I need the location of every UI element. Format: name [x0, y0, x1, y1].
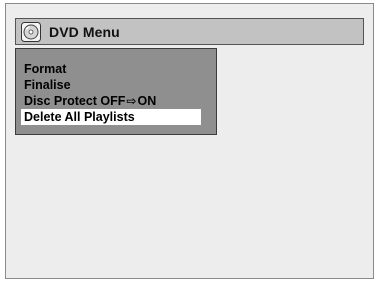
title-bar: DVD Menu [15, 18, 364, 45]
arrow-right-icon: ⇨ [126, 94, 137, 108]
dvd-menu-screen: DVD Menu Format Finalise Disc Protect OF… [5, 3, 374, 279]
menu-item-label: Delete All Playlists [24, 110, 135, 124]
menu-item-label: Finalise [24, 78, 71, 92]
menu-item-format[interactable]: Format [21, 61, 201, 77]
menu-item-delete-all-playlists[interactable]: Delete All Playlists [21, 109, 201, 125]
menu-item-disc-protect[interactable]: Disc Protect OFF⇨ON [21, 93, 201, 109]
disc-icon [21, 21, 41, 42]
menu-item-label: Format [24, 62, 67, 76]
page-title: DVD Menu [49, 23, 120, 40]
menu-item-label: Disc Protect OFF [24, 94, 126, 108]
menu-item-finalise[interactable]: Finalise [21, 77, 201, 93]
menu-panel: Format Finalise Disc Protect OFF⇨ON Dele… [15, 48, 217, 135]
menu-item-label-suffix: ON [137, 94, 157, 108]
